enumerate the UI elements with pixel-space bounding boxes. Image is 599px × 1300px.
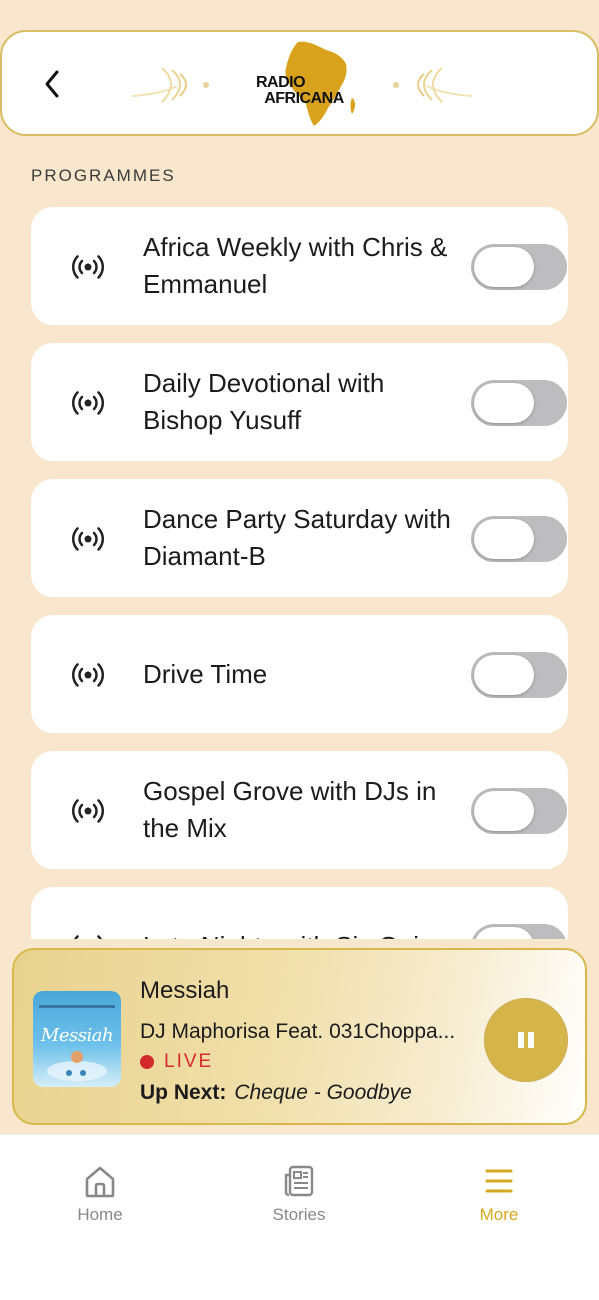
tab-home-label: Home xyxy=(77,1205,123,1224)
newspaper-icon xyxy=(284,1165,314,1197)
toggle-knob xyxy=(474,247,534,287)
programme-card[interactable]: Africa Weekly with Chris & Emmanuel xyxy=(31,207,568,325)
notification-toggle[interactable] xyxy=(471,516,567,562)
programme-title: Gospel Grove with DJs in the Mix xyxy=(143,776,437,843)
now-playing-bar[interactable]: Messiah Messiah DJ Maphorisa Feat. 031Ch… xyxy=(12,948,587,1125)
programme-title: Late Nights with Sis Ogie xyxy=(143,887,458,940)
broadcast-icon xyxy=(71,391,105,415)
notification-toggle[interactable] xyxy=(471,244,567,290)
programme-title: Africa Weekly with Chris & Emmanuel xyxy=(143,232,448,299)
logo-text-africana: AFRICANA xyxy=(264,90,344,107)
toggle-knob xyxy=(474,519,534,559)
pause-button[interactable] xyxy=(484,998,568,1082)
up-next-label: Up Next: xyxy=(140,1081,227,1104)
header-bar: RADIO AFRICANA xyxy=(0,30,599,136)
album-art: Messiah xyxy=(33,991,121,1087)
app-screen: RADIO AFRICANA PROGRAMMES Africa Weekly … xyxy=(0,0,599,1300)
live-indicator: LIVE xyxy=(140,1051,213,1073)
live-dot-icon xyxy=(140,1055,154,1069)
programme-card[interactable]: Gospel Grove with DJs in the Mix xyxy=(31,751,568,869)
toggle-knob xyxy=(474,791,534,831)
programme-title: Daily Devotional with Bishop Yusuff xyxy=(143,368,385,435)
menu-icon xyxy=(485,1169,513,1193)
programme-card[interactable]: Daily Devotional with Bishop Yusuff xyxy=(31,343,568,461)
tab-stories-label: Stories xyxy=(272,1205,326,1224)
track-title: Messiah xyxy=(140,977,230,1004)
notification-toggle[interactable] xyxy=(471,652,567,698)
toggle-knob xyxy=(474,927,534,939)
broadcast-icon xyxy=(74,935,102,939)
album-art-text: Messiah xyxy=(40,1025,114,1046)
radio-africana-logo: RADIO AFRICANA xyxy=(122,36,482,132)
programme-list: Africa Weekly with Chris & Emmanuel Dail… xyxy=(0,207,599,939)
tab-more[interactable]: More xyxy=(439,1163,559,1227)
live-label: LIVE xyxy=(164,1051,214,1072)
notification-toggle[interactable] xyxy=(471,788,567,834)
pause-icon xyxy=(518,1032,534,1048)
broadcast-icon xyxy=(71,255,105,279)
back-button[interactable] xyxy=(32,62,72,106)
programme-card[interactable]: Late Nights with Sis Ogie xyxy=(31,887,568,939)
chevron-left-icon xyxy=(45,70,59,98)
programme-card[interactable]: Drive Time xyxy=(31,615,568,733)
programme-card[interactable]: Dance Party Saturday with Diamant-B xyxy=(31,479,568,597)
broadcast-icon xyxy=(71,663,105,687)
section-title: PROGRAMMES xyxy=(31,166,176,185)
broadcast-icon xyxy=(71,799,105,823)
tab-more-label: More xyxy=(479,1205,519,1224)
programme-title: Dance Party Saturday with Diamant-B xyxy=(143,504,451,571)
programme-title: Drive Time xyxy=(143,658,268,689)
tab-home[interactable]: Home xyxy=(40,1163,160,1227)
up-next: Up Next: Cheque - Goodbye xyxy=(140,1081,412,1105)
toggle-knob xyxy=(474,383,534,423)
broadcast-icon xyxy=(71,527,105,551)
bottom-tab-bar: Home Stories More xyxy=(0,1134,599,1300)
home-icon xyxy=(85,1166,115,1198)
logo-text-radio: RADIO xyxy=(256,74,306,91)
track-artist: DJ Maphorisa Feat. 031Choppa... xyxy=(140,1020,456,1043)
up-next-value: Cheque - Goodbye xyxy=(234,1081,412,1104)
toggle-knob xyxy=(474,655,534,695)
tab-stories[interactable]: Stories xyxy=(239,1163,359,1227)
notification-toggle[interactable] xyxy=(471,924,567,939)
notification-toggle[interactable] xyxy=(471,380,567,426)
